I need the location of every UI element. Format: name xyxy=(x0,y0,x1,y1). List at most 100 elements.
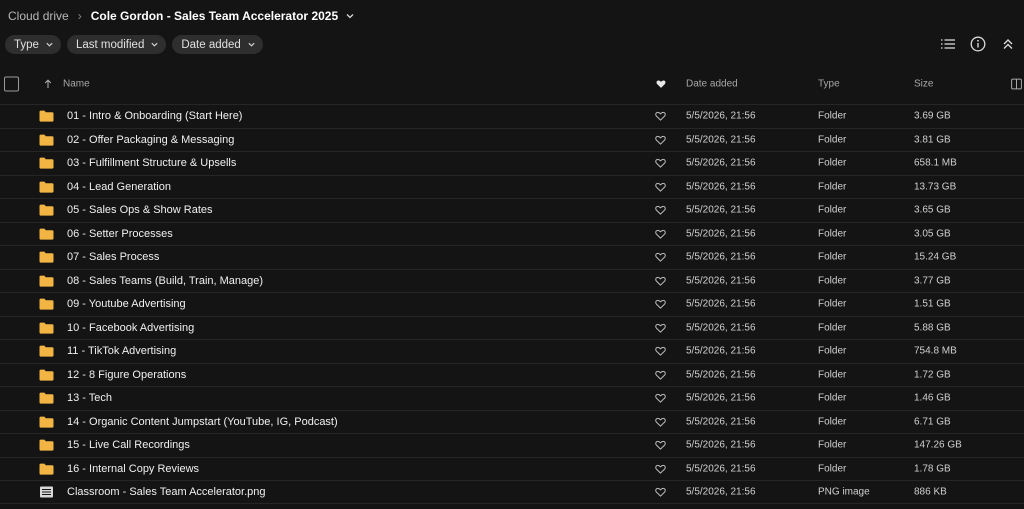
date-added: 5/5/2026, 21:56 xyxy=(686,204,756,216)
breadcrumb-current[interactable]: Cole Gordon - Sales Team Accelerator 202… xyxy=(91,9,338,23)
heart-outline-icon[interactable] xyxy=(655,393,666,404)
file-name: 12 - 8 Figure Operations xyxy=(67,368,187,381)
heart-outline-icon[interactable] xyxy=(655,440,666,451)
table-row[interactable]: 04 - Lead Generation 5/5/2026, 21:56 Fol… xyxy=(0,174,1024,199)
column-header-name[interactable]: Name xyxy=(63,79,90,90)
column-header-type[interactable]: Type xyxy=(818,79,840,90)
heart-outline-icon[interactable] xyxy=(655,370,666,380)
collapse-icon[interactable] xyxy=(1000,36,1016,52)
info-icon[interactable] xyxy=(970,36,986,52)
breadcrumb-root[interactable]: Cloud drive xyxy=(8,9,69,23)
table-row[interactable]: 09 - Youtube Advertising 5/5/2026, 21:56… xyxy=(0,292,1024,316)
date-added: 5/5/2026, 21:56 xyxy=(686,134,756,146)
heart-outline-icon[interactable] xyxy=(655,205,666,216)
file-type: Folder xyxy=(818,204,847,216)
file-name: 07 - Sales Process xyxy=(67,251,160,264)
date-added: 5/5/2026, 21:56 xyxy=(686,439,756,451)
date-added: 5/5/2026, 21:56 xyxy=(686,110,756,122)
file-name: 04 - Lead Generation xyxy=(67,180,171,193)
chevron-right-icon: › xyxy=(77,9,82,23)
folder-icon xyxy=(39,251,54,263)
file-size: 3.69 GB xyxy=(914,110,951,122)
folder-icon xyxy=(39,392,54,404)
filter-label: Last modified xyxy=(75,38,145,51)
table-row[interactable]: 05 - Sales Ops & Show Rates 5/5/2026, 21… xyxy=(0,198,1024,222)
chevron-down-icon[interactable] xyxy=(345,11,355,21)
table-row[interactable]: 02 - Offer Packaging & Messaging 5/5/202… xyxy=(0,127,1024,152)
file-name: 10 - Facebook Advertising xyxy=(67,321,195,334)
table-row[interactable]: 13 - Tech 5/5/2026, 21:56 Folder 1.46 GB xyxy=(0,386,1024,410)
heart-outline-icon[interactable] xyxy=(655,323,666,333)
folder-icon xyxy=(39,463,54,475)
file-size: 754.8 MB xyxy=(914,345,957,357)
heart-outline-icon[interactable] xyxy=(655,135,666,145)
table-row[interactable]: 03 - Fulfillment Structure & Upsells 5/5… xyxy=(0,151,1024,175)
heart-outline-icon[interactable] xyxy=(655,182,666,192)
file-type: Folder xyxy=(818,439,847,451)
folder-icon xyxy=(39,275,54,287)
heart-outline-icon[interactable] xyxy=(655,417,666,427)
heart-outline-icon[interactable] xyxy=(655,111,666,122)
filter-label: Date added xyxy=(181,38,241,51)
sort-arrow-up-icon[interactable] xyxy=(44,79,52,89)
table-row[interactable]: 11 - TikTok Advertising 5/5/2026, 21:56 … xyxy=(0,339,1024,363)
heart-outline-icon[interactable] xyxy=(655,229,666,239)
date-added: 5/5/2026, 21:56 xyxy=(686,369,756,381)
heart-outline-icon[interactable] xyxy=(655,346,666,357)
heart-filled-icon[interactable] xyxy=(656,79,666,89)
file-size: 5.88 GB xyxy=(914,322,951,334)
file-name: 03 - Fulfillment Structure & Upsells xyxy=(67,157,237,170)
table-row[interactable]: 08 - Sales Teams (Build, Train, Manage) … xyxy=(0,268,1024,293)
file-type: Folder xyxy=(818,275,847,287)
date-added: 5/5/2026, 21:56 xyxy=(686,416,756,428)
file-name: 02 - Offer Packaging & Messaging xyxy=(67,133,235,146)
heart-outline-icon[interactable] xyxy=(655,276,666,286)
file-type: Folder xyxy=(818,251,847,263)
folder-icon xyxy=(39,298,54,310)
folder-icon xyxy=(39,181,54,193)
file-size: 1.46 GB xyxy=(914,392,951,404)
table-row[interactable]: 16 - Internal Copy Reviews 5/5/2026, 21:… xyxy=(0,456,1024,481)
column-header-date-added[interactable]: Date added xyxy=(686,79,738,90)
heart-outline-icon[interactable] xyxy=(655,487,666,497)
table-row[interactable]: 14 - Organic Content Jumpstart (YouTube,… xyxy=(0,409,1024,434)
column-header-size[interactable]: Size xyxy=(914,79,933,90)
table-row[interactable]: 06 - Setter Processes 5/5/2026, 21:56 Fo… xyxy=(0,221,1024,246)
filter-date-added[interactable]: Date added xyxy=(172,35,263,54)
file-type: Folder xyxy=(818,416,847,428)
file-size: 15.24 GB xyxy=(914,251,957,263)
table-row[interactable]: Classroom - Sales Team Accelerator.png 5… xyxy=(0,480,1024,504)
folder-icon xyxy=(39,157,54,169)
file-size: 1.72 GB xyxy=(914,369,951,381)
heart-outline-icon[interactable] xyxy=(655,464,666,474)
file-type: Folder xyxy=(818,157,847,169)
file-size: 1.78 GB xyxy=(914,463,951,475)
columns-settings-icon[interactable] xyxy=(1011,78,1022,90)
folder-icon xyxy=(39,416,54,428)
list-view-icon[interactable] xyxy=(940,36,956,52)
file-name: 14 - Organic Content Jumpstart (YouTube,… xyxy=(67,415,338,428)
heart-outline-icon[interactable] xyxy=(655,252,666,263)
table-row[interactable]: 01 - Intro & Onboarding (Start Here) 5/5… xyxy=(0,104,1024,128)
filter-type[interactable]: Type xyxy=(5,35,61,54)
file-size: 6.71 GB xyxy=(914,416,951,428)
chevron-down-icon xyxy=(151,42,158,47)
folder-icon xyxy=(39,228,54,240)
table-row[interactable]: 10 - Facebook Advertising 5/5/2026, 21:5… xyxy=(0,315,1024,340)
heart-outline-icon[interactable] xyxy=(655,158,666,169)
heart-outline-icon[interactable] xyxy=(655,299,666,310)
file-type: Folder xyxy=(818,134,847,146)
filter-last-modified[interactable]: Last modified xyxy=(66,35,167,54)
table-row[interactable]: 15 - Live Call Recordings 5/5/2026, 21:5… xyxy=(0,433,1024,457)
file-size: 147.26 GB xyxy=(914,439,962,451)
date-added: 5/5/2026, 21:56 xyxy=(686,228,756,240)
file-type: Folder xyxy=(818,392,847,404)
file-type: Folder xyxy=(818,322,847,334)
select-all-checkbox[interactable] xyxy=(4,76,19,92)
table-row[interactable]: 07 - Sales Process 5/5/2026, 21:56 Folde… xyxy=(0,245,1024,269)
table-header: Name Date added Type Size xyxy=(0,72,1024,96)
folder-icon xyxy=(39,110,54,122)
folder-icon xyxy=(39,134,54,146)
file-list: 01 - Intro & Onboarding (Start Here) 5/5… xyxy=(0,104,1024,504)
table-row[interactable]: 12 - 8 Figure Operations 5/5/2026, 21:56… xyxy=(0,362,1024,387)
